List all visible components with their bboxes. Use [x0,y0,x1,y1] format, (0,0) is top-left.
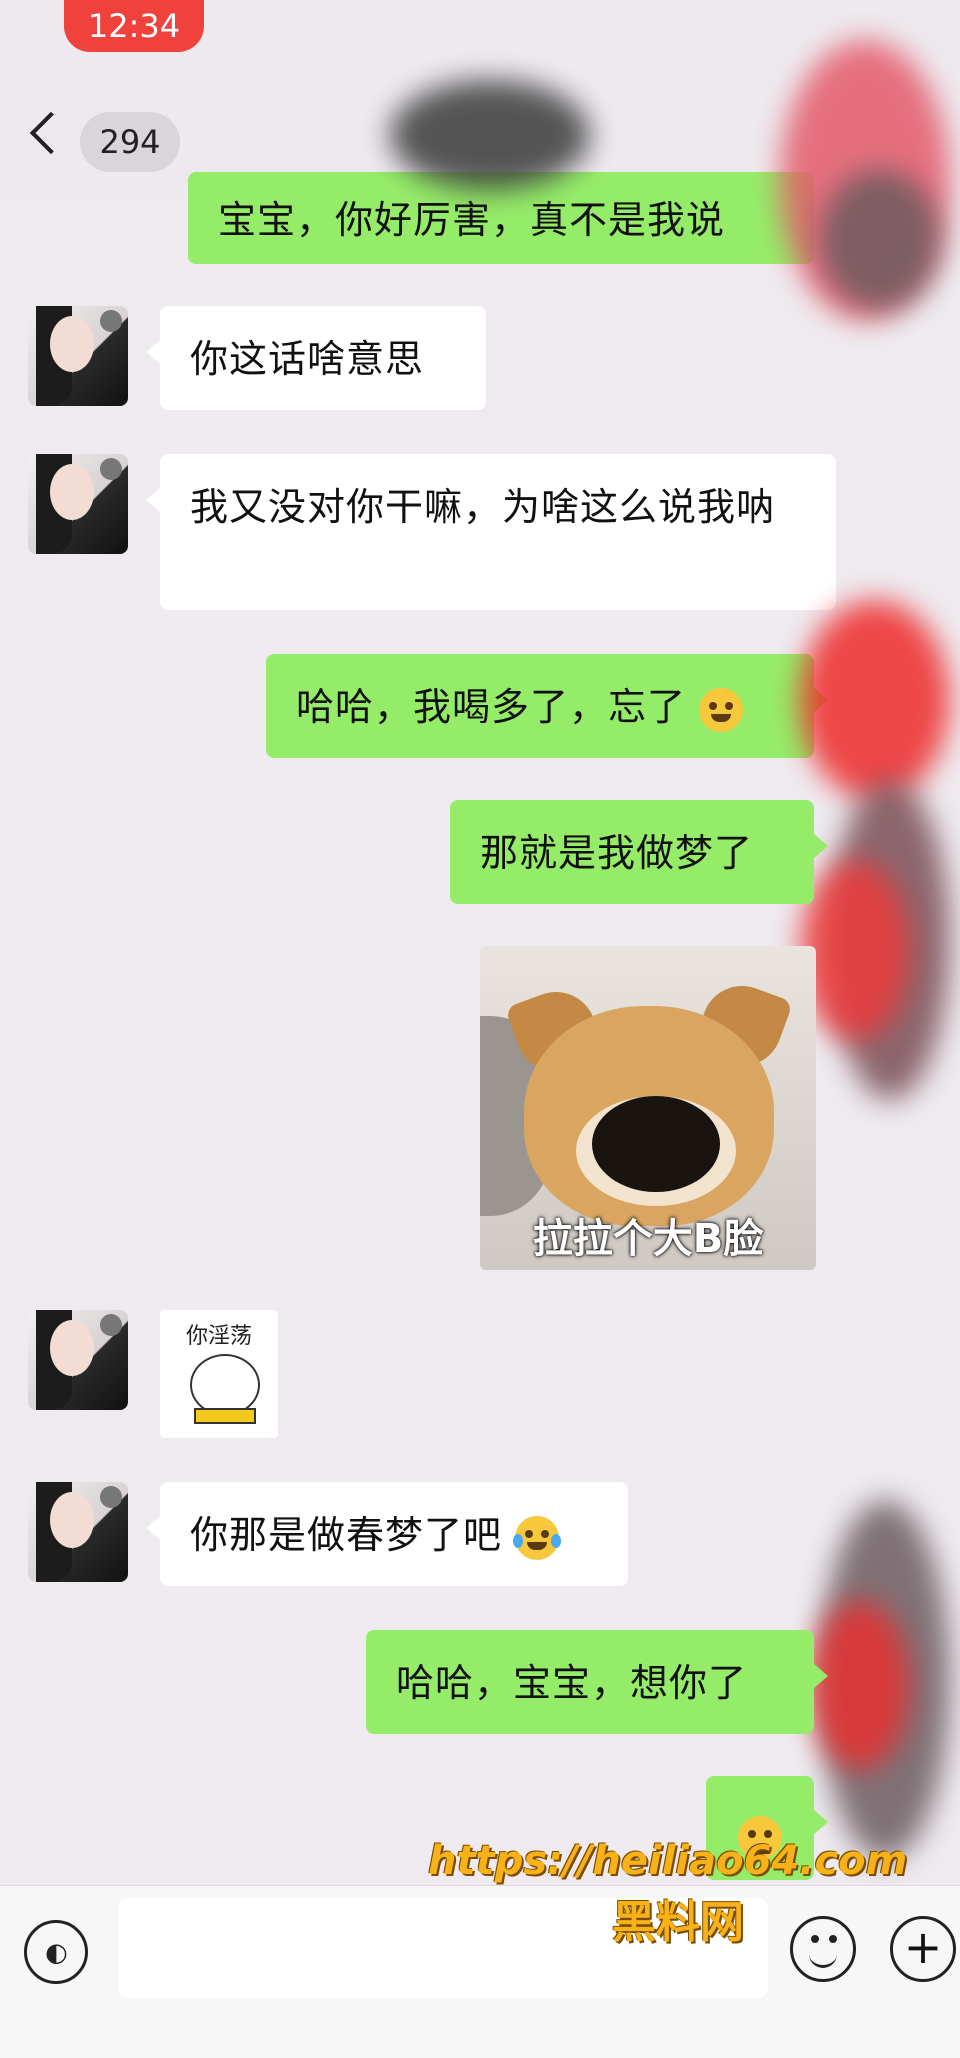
emoji-icon[interactable] [790,1916,856,1982]
sticker-caption: 拉拉个大B脸 [532,1216,764,1262]
avatar[interactable] [28,1310,128,1410]
grin-sweat-emoji-icon [699,687,744,732]
avatar[interactable] [28,454,128,554]
message-text: 你这话啥意思 [190,337,425,381]
redaction-smudge [800,860,910,1040]
message-bubble-outgoing[interactable]: 哈哈，宝宝，想你了 [366,1630,828,1734]
message-text: 宝宝，你好厉害，真不是我说 [218,198,726,242]
cartoon-sticker-image[interactable]: 你淫荡 [160,1310,278,1438]
redaction-smudge [820,170,940,310]
cartoon-belt [194,1408,256,1424]
dog-nose [592,1096,720,1192]
voice-icon[interactable]: ◐ [24,1920,88,1984]
message-text: 你那是做春梦了吧 [190,1513,503,1557]
watermark-name: 黑料网 [612,1897,744,1948]
redaction-smudge [800,600,950,800]
message-bubble-incoming[interactable]: 你那是做春梦了吧 [146,1482,628,1586]
message-bubble-outgoing[interactable]: 哈哈，我喝多了，忘了 [266,654,828,758]
avatar[interactable] [28,1482,128,1582]
message-bubble-incoming[interactable]: 我又没对你干嘛，为啥这么说我呐 [146,454,836,610]
message-text: 哈哈，宝宝，想你了 [396,1661,748,1705]
message-bubble-incoming[interactable]: 你这话啥意思 [146,306,486,410]
laughing-tears-emoji-icon [513,1515,562,1560]
message-bubble-outgoing[interactable]: 那就是我做梦了 [450,800,828,904]
avatar[interactable] [28,306,128,406]
watermark-url: https://heiliao64.com [428,1838,908,1884]
status-time: 12:34 [64,0,204,52]
plus-icon[interactable]: + [890,1916,956,1982]
message-text: 哈哈，我喝多了，忘了 [296,685,687,729]
message-text: 我又没对你干嘛，为啥这么说我呐 [190,485,776,529]
redaction-smudge [390,80,590,190]
dog-sticker-image[interactable]: 拉拉个大B脸 [480,946,816,1270]
unread-count-badge[interactable]: 294 [80,112,180,172]
cartoon-face [190,1354,260,1416]
sticker-caption: 你淫荡 [185,1324,252,1349]
message-text: 那就是我做梦了 [480,831,754,875]
